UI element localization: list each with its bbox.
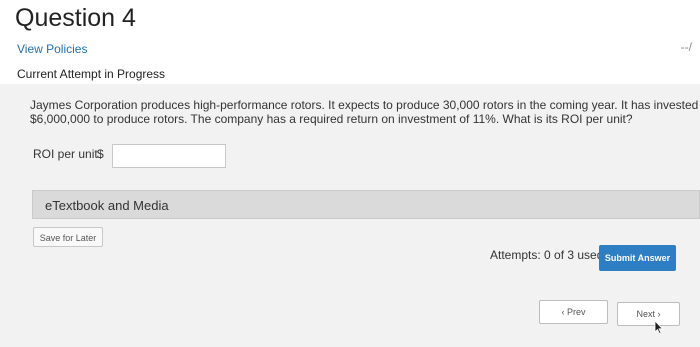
roi-per-unit-label: ROI per unit (33, 147, 98, 161)
points-indicator: --/ (680, 40, 692, 54)
currency-symbol: $ (97, 147, 104, 161)
question-text: Jaymes Corporation produces high-perform… (30, 98, 699, 126)
question-title: Question 4 (15, 4, 136, 32)
save-for-later-button[interactable]: Save for Later (33, 227, 103, 247)
next-button[interactable]: Next › (617, 302, 680, 326)
mouse-cursor-icon (654, 320, 664, 334)
roi-per-unit-input[interactable] (112, 144, 226, 168)
attempts-counter: Attempts: 0 of 3 used (490, 248, 604, 262)
view-policies-link[interactable]: View Policies (17, 42, 87, 56)
attempt-status-label: Current Attempt in Progress (17, 67, 166, 81)
submit-answer-button[interactable]: Submit Answer (599, 245, 676, 271)
etextbook-media-toggle[interactable]: eTextbook and Media (32, 190, 700, 219)
etextbook-media-label: eTextbook and Media (45, 198, 169, 213)
prev-button[interactable]: ‹ Prev (539, 300, 608, 324)
